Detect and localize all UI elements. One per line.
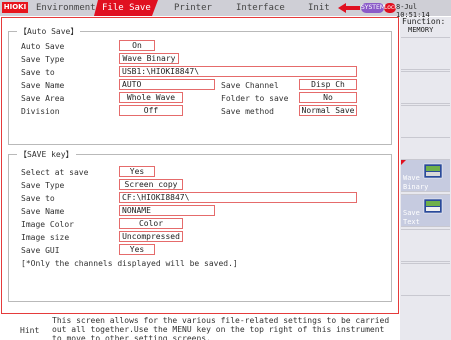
key-save-type-field[interactable]: Screen copy — [119, 179, 183, 190]
function-key-empty-2 — [401, 71, 450, 104]
settings-panel: 【Auto Save】 Auto Save On Save Type Wave … — [1, 17, 399, 314]
key-save-name-label: Save Name — [21, 207, 65, 216]
arrow-left-icon — [338, 3, 360, 13]
key-save-to-field[interactable]: CF:\HIOKI8847\ — [119, 192, 357, 203]
hint-text: This screen allows for the various file-… — [52, 316, 390, 340]
folder-to-save-field[interactable]: No — [299, 92, 357, 103]
auto-save-label: Auto Save — [21, 42, 65, 51]
save-channel-field[interactable]: Disp Ch — [299, 79, 357, 90]
save-key-group: 【SAVE key】 Select at save Yes Save Type … — [8, 149, 392, 302]
tab-environment[interactable]: Environment — [32, 0, 96, 16]
tab-init[interactable]: Init — [300, 0, 340, 16]
save-name-label: Save Name — [21, 81, 65, 90]
save-to-field[interactable]: USB1:\HIOKI8847\ — [119, 66, 357, 77]
tab-printer[interactable]: Printer — [168, 0, 228, 16]
key-save-name-field[interactable]: NONAME — [119, 205, 215, 216]
division-label: Division — [21, 107, 60, 116]
save-type-label: Save Type — [21, 55, 65, 64]
save-gui-label: Save GUI — [21, 246, 60, 255]
auto-save-title: 【Auto Save】 — [17, 26, 81, 37]
save-channel-label: Save Channel — [221, 81, 279, 90]
lock-badge: Lock — [384, 3, 398, 13]
save-gui-field[interactable]: Yes — [119, 244, 155, 255]
image-color-field[interactable]: Color — [119, 218, 183, 229]
save-key-title: 【SAVE key】 — [17, 149, 76, 160]
key-save-type-label: Save Type — [21, 181, 65, 190]
save-method-field[interactable]: Normal Save — [299, 105, 357, 116]
select-at-save-field[interactable]: Yes — [119, 166, 155, 177]
save-type-field[interactable]: Wave Binary — [119, 53, 179, 64]
function-key-wave-binary[interactable]: Wave Binary — [401, 159, 450, 192]
text-key-line1: Save — [403, 209, 420, 217]
image-size-label: Image size — [21, 233, 70, 242]
save-name-field[interactable]: AUTO — [119, 79, 215, 90]
function-title: Function: — [402, 17, 446, 26]
text-key-line2: Text — [403, 218, 420, 226]
function-key-empty-1 — [401, 37, 450, 70]
system-badge: SYSTEM — [361, 3, 385, 13]
division-field[interactable]: Off — [119, 105, 183, 116]
select-at-save-label: Select at save — [21, 168, 89, 177]
hint-label: Hint — [20, 326, 40, 335]
function-key-empty-3 — [401, 105, 450, 138]
save-area-field[interactable]: Whole Wave — [119, 92, 183, 103]
save-to-label: Save to — [21, 68, 55, 77]
text-file-icon — [423, 198, 443, 214]
wave-key-line1: Wave — [403, 174, 420, 182]
function-key-save-text[interactable]: Save Text — [401, 194, 450, 227]
function-key-empty-5 — [401, 263, 450, 296]
auto-save-group: 【Auto Save】 Auto Save On Save Type Wave … — [8, 26, 392, 145]
save-area-label: Save Area — [21, 94, 65, 103]
tab-interface[interactable]: Interface — [230, 0, 294, 16]
function-panel: Function: MEMORY Wave Binary Save Text — [400, 17, 451, 340]
save-method-label: Save method — [221, 107, 274, 116]
binary-file-icon — [423, 163, 443, 179]
top-tab-bar: HIOKI Environment File Save Printer Inte… — [0, 0, 451, 19]
auto-save-field[interactable]: On — [119, 40, 155, 51]
channels-note: [*Only the channels displayed will be sa… — [21, 259, 238, 268]
key-save-to-label: Save to — [21, 194, 55, 203]
tab-file-save[interactable]: File Save — [94, 0, 158, 16]
hioki-logo: HIOKI — [2, 2, 28, 13]
function-key-empty-4 — [401, 229, 450, 262]
wave-key-line2: Binary — [403, 183, 429, 191]
image-size-field[interactable]: Uncompressed — [119, 231, 183, 242]
function-mode: MEMORY — [408, 26, 434, 34]
image-color-label: Image Color — [21, 220, 74, 229]
selected-marker-icon — [401, 160, 406, 165]
folder-to-save-label: Folder to save — [221, 94, 289, 103]
